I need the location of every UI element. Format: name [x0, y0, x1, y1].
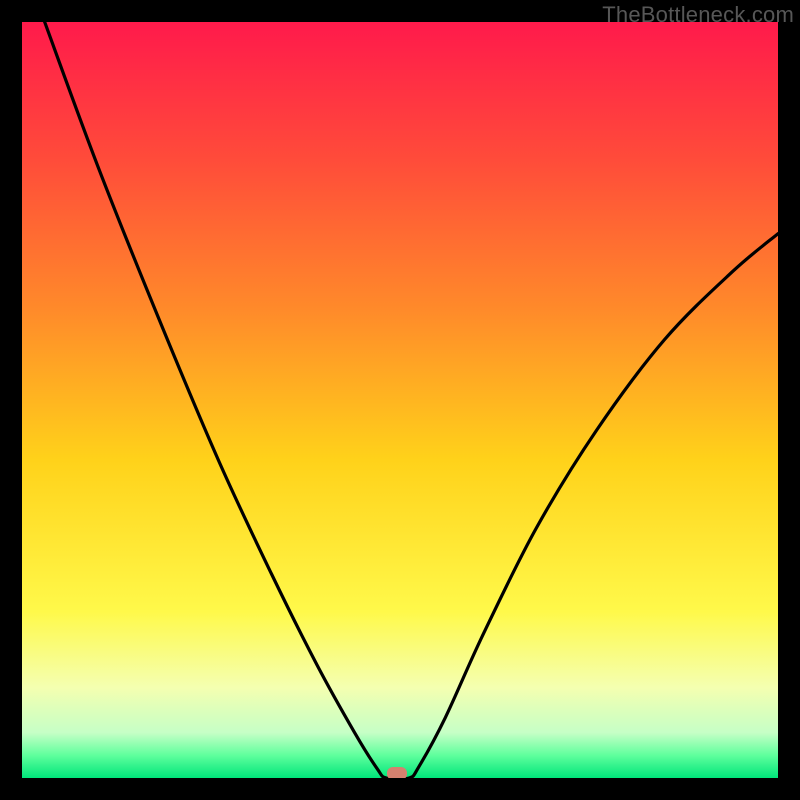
gradient-background — [22, 22, 778, 778]
plot-area — [22, 22, 778, 778]
chart-svg — [22, 22, 778, 778]
watermark-text: TheBottleneck.com — [602, 2, 794, 28]
chart-frame: TheBottleneck.com — [0, 0, 800, 800]
optimal-marker — [387, 767, 407, 778]
